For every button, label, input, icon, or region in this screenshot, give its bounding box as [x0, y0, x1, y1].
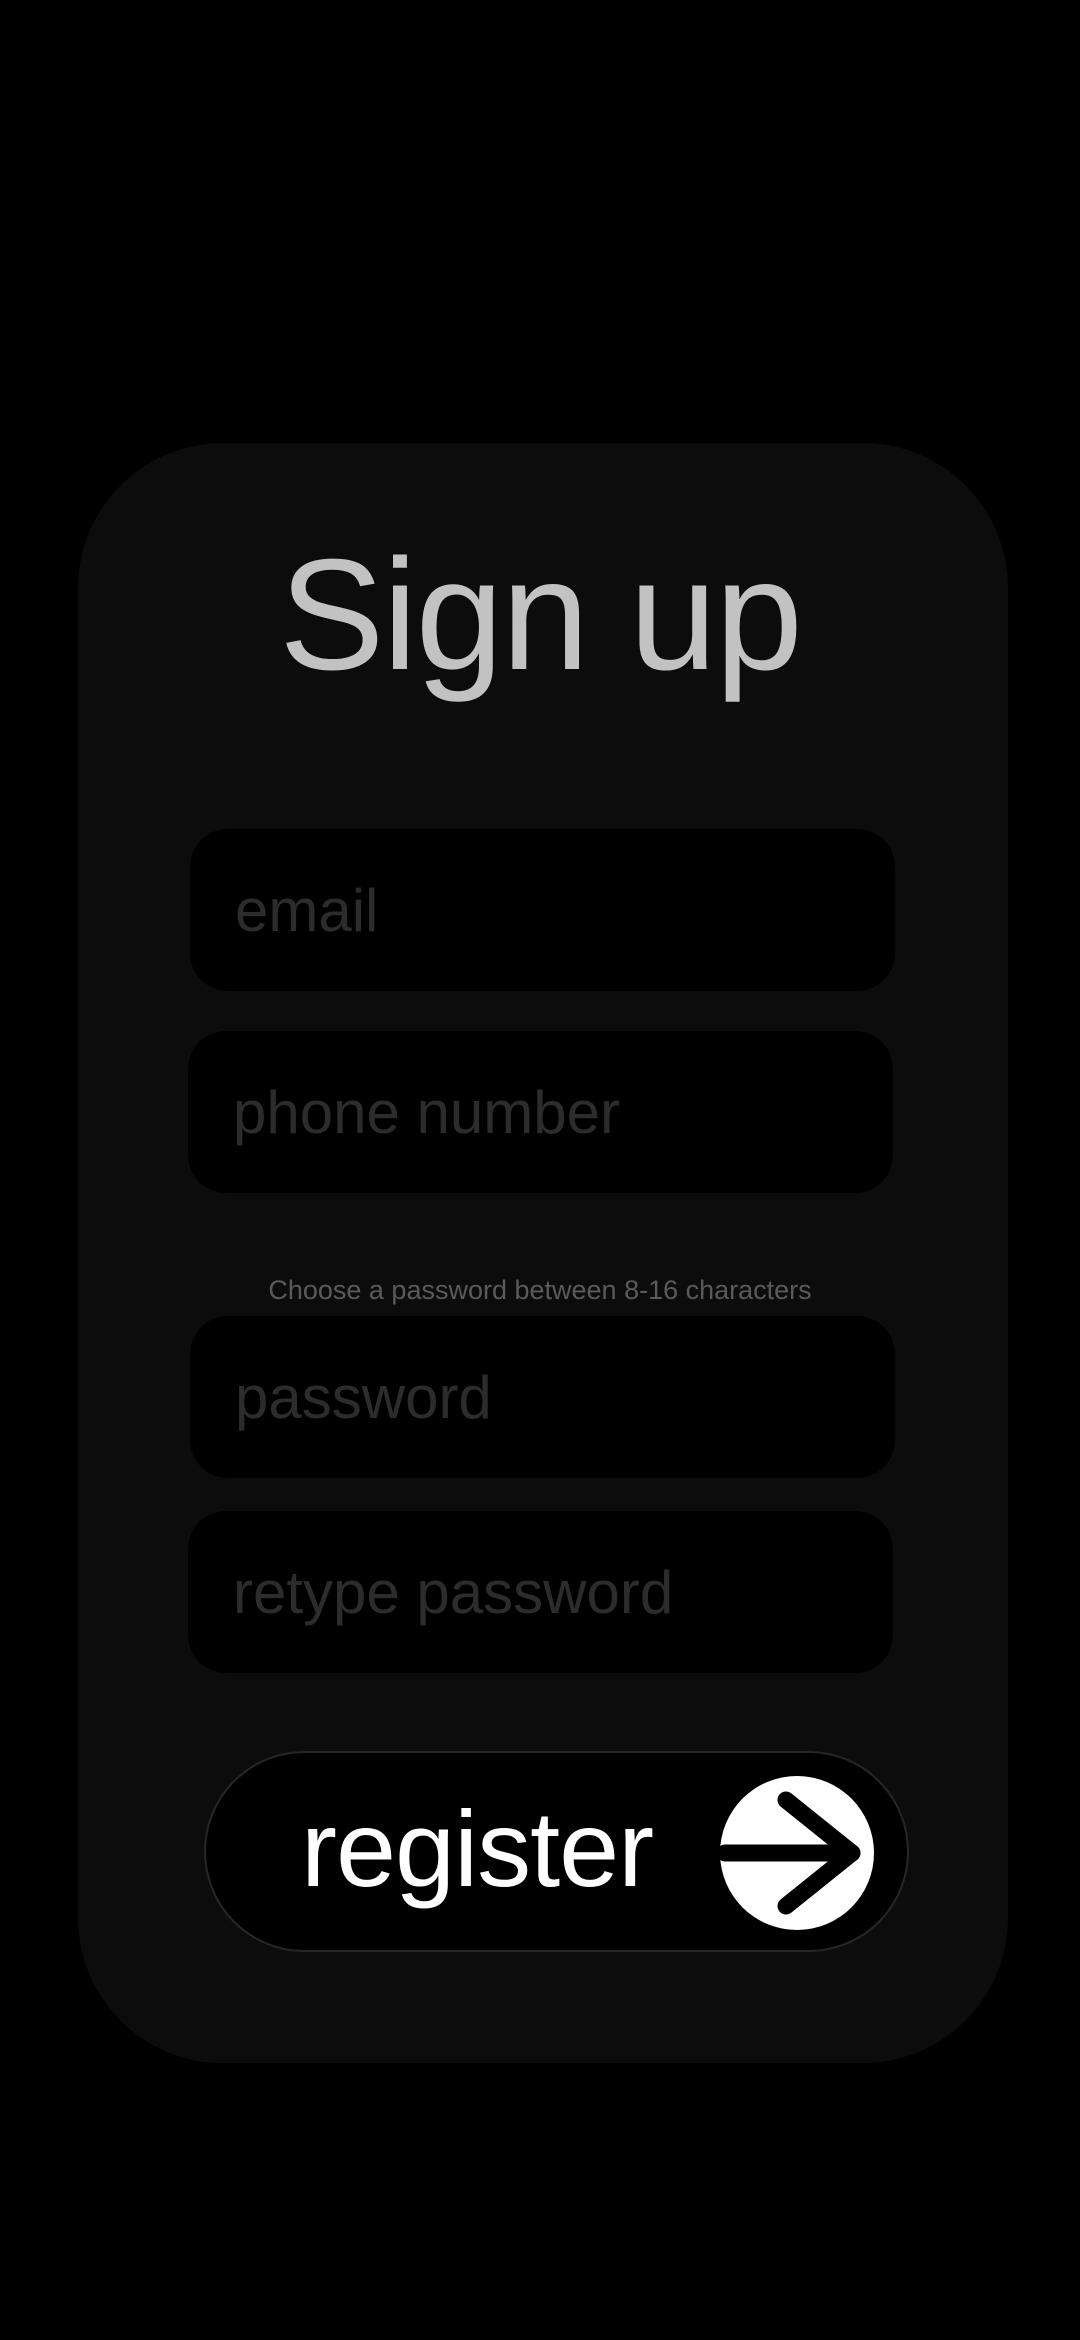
password-field-container	[190, 1316, 895, 1478]
register-button[interactable]: register	[204, 1751, 909, 1952]
phone-number-field[interactable]	[188, 1031, 893, 1193]
register-button-label: register	[301, 1788, 654, 1909]
retype-password-field[interactable]	[188, 1511, 893, 1673]
email-field-container	[190, 829, 895, 991]
email-field[interactable]	[190, 829, 895, 991]
phone-field-container	[188, 1031, 893, 1193]
password-field[interactable]	[190, 1316, 895, 1478]
page-title: Sign up	[279, 527, 803, 703]
password-hint: Choose a password between 8-16 character…	[268, 1275, 812, 1305]
retype-password-field-container	[188, 1511, 893, 1673]
arrow-right-icon	[720, 1776, 874, 1930]
